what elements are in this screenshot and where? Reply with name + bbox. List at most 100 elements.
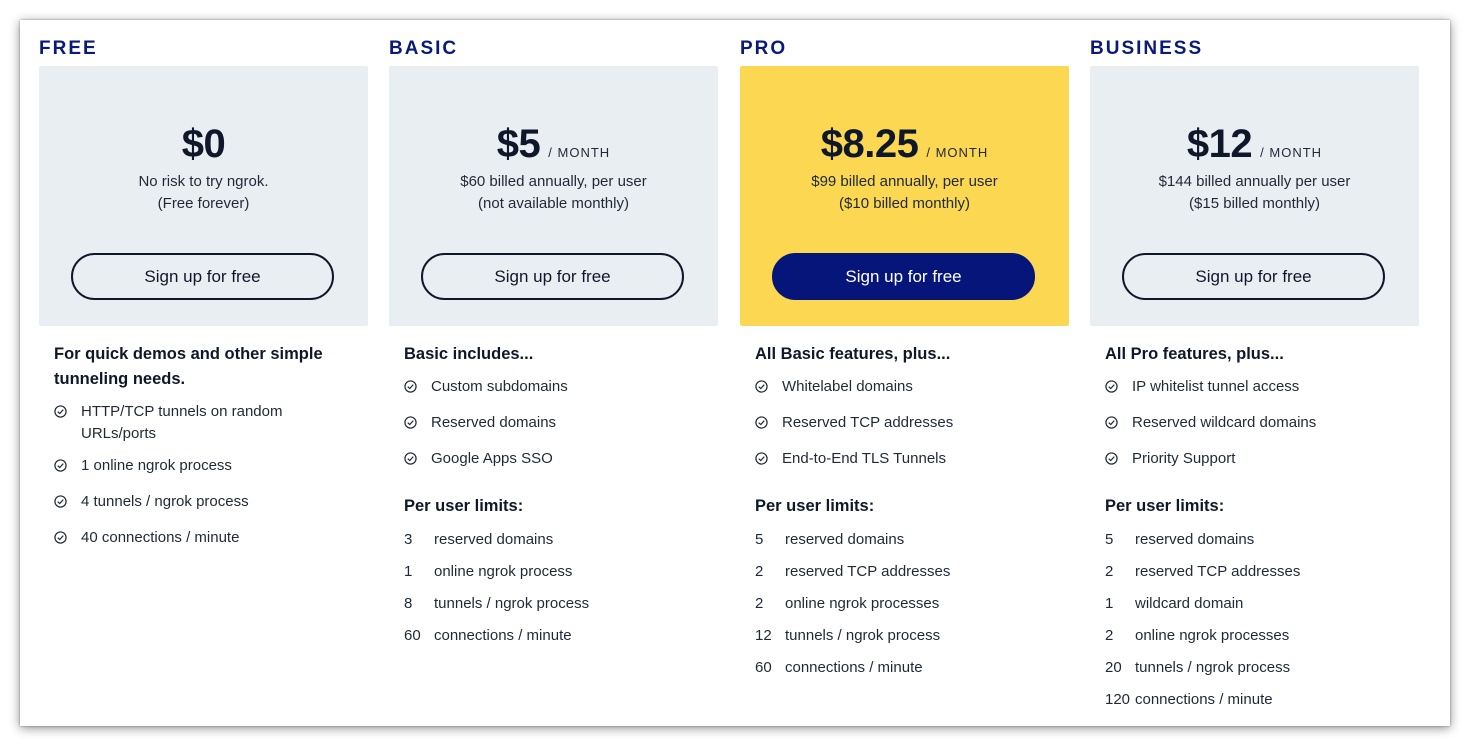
check-circle-icon bbox=[404, 452, 417, 465]
limit-value: 20 bbox=[1105, 659, 1122, 676]
price-row: $8.25 / MONTH bbox=[740, 122, 1069, 167]
limit-item: 3 reserved domains bbox=[404, 529, 553, 551]
feature-label: 1 online ngrok process bbox=[81, 457, 232, 474]
feature-item: IP whitelist tunnel access bbox=[1105, 376, 1299, 398]
limit-item: 12 tunnels / ngrok process bbox=[755, 625, 940, 647]
limit-item: 2 reserved TCP addresses bbox=[755, 561, 950, 583]
plan-basic: BASIC $5 / MONTH $60 billed annually, per… bbox=[389, 20, 718, 726]
plan-free: FREE $0 No risk to try ngrok. (Free fore… bbox=[39, 20, 368, 726]
price-note-secondary: ($15 billed monthly) bbox=[1189, 195, 1320, 212]
check-circle-icon bbox=[54, 405, 67, 418]
limit-label: tunnels / ngrok process bbox=[1135, 659, 1291, 676]
plan-name: BASIC bbox=[389, 38, 459, 59]
feature-label: 40 connections / minute bbox=[81, 529, 240, 546]
check-circle-icon bbox=[54, 495, 67, 508]
price-note: $144 billed annually per user bbox=[1158, 173, 1351, 190]
check-circle-icon bbox=[1105, 380, 1118, 393]
limit-item: 5 reserved domains bbox=[755, 529, 904, 551]
feature-item: 40 connections / minute bbox=[54, 527, 239, 549]
price-row: $5 / MONTH bbox=[389, 122, 718, 167]
feature-item: 1 online ngrok process bbox=[54, 455, 232, 477]
limit-value: 60 bbox=[404, 627, 421, 644]
plan-name: PRO bbox=[740, 38, 788, 59]
limit-item: 1 online ngrok process bbox=[404, 561, 572, 583]
limit-item: 60 connections / minute bbox=[404, 625, 572, 647]
feature-item: End-to-End TLS Tunnels bbox=[755, 448, 946, 470]
plan-heading: All Pro features, plus... bbox=[1105, 345, 1284, 363]
plan-card: $12 / MONTH $144 billed annually per user… bbox=[1090, 66, 1419, 326]
feature-label: Reserved TCP addresses bbox=[782, 414, 954, 431]
limit-label: connections / minute bbox=[1135, 691, 1273, 708]
plan-heading: Basic includes... bbox=[404, 345, 534, 363]
sign-up-button[interactable]: Sign up for free bbox=[772, 253, 1035, 300]
limits-heading: Per user limits: bbox=[1105, 497, 1225, 515]
plan-heading: All Basic features, plus... bbox=[755, 345, 951, 363]
check-circle-icon bbox=[755, 452, 768, 465]
pricing-panel: FREE $0 No risk to try ngrok. (Free fore… bbox=[20, 20, 1450, 726]
limit-value: 60 bbox=[755, 659, 772, 676]
feature-item: Reserved wildcard domains bbox=[1105, 412, 1316, 434]
limit-label: reserved domains bbox=[785, 531, 905, 548]
limit-value: 8 bbox=[404, 595, 413, 612]
price-note-secondary: (not available monthly) bbox=[478, 195, 629, 212]
check-circle-icon bbox=[755, 380, 768, 393]
limit-label: tunnels / ngrok process bbox=[434, 595, 590, 612]
plan-heading-continued: tunneling needs. bbox=[54, 370, 186, 388]
limit-value: 12 bbox=[755, 627, 772, 644]
check-circle-icon bbox=[755, 416, 768, 429]
price-period: / MONTH bbox=[1260, 145, 1323, 160]
limit-item: 5 reserved domains bbox=[1105, 529, 1254, 551]
feature-label: Custom subdomains bbox=[431, 378, 568, 395]
plan-business: BUSINESS $12 / MONTH $144 billed annually… bbox=[1090, 20, 1419, 726]
price-note: No risk to try ngrok. bbox=[138, 173, 269, 190]
limits-heading: Per user limits: bbox=[404, 497, 524, 515]
limit-value: 2 bbox=[755, 595, 764, 612]
limits-heading: Per user limits: bbox=[755, 497, 875, 515]
sign-up-button[interactable]: Sign up for free bbox=[421, 253, 684, 300]
price: $0 bbox=[181, 122, 226, 166]
feature-item: 4 tunnels / ngrok process bbox=[54, 491, 249, 513]
limit-item: 20 tunnels / ngrok process bbox=[1105, 657, 1290, 679]
feature-label: End-to-End TLS Tunnels bbox=[782, 450, 946, 467]
sign-up-button[interactable]: Sign up for free bbox=[1122, 253, 1385, 300]
plan-card: $0 No risk to try ngrok. (Free forever) … bbox=[39, 66, 368, 326]
feature-label: Reserved wildcard domains bbox=[1132, 414, 1317, 431]
limit-value: 3 bbox=[404, 531, 413, 548]
limit-item: 2 reserved TCP addresses bbox=[1105, 561, 1300, 583]
price-row: $0 bbox=[39, 122, 368, 167]
limit-label: online ngrok processes bbox=[1135, 627, 1290, 644]
feature-label: Priority Support bbox=[1132, 450, 1236, 467]
check-circle-icon bbox=[404, 380, 417, 393]
plan-pro: PRO $8.25 / MONTH $99 billed annually, pe… bbox=[740, 20, 1069, 726]
feature-label: Reserved domains bbox=[431, 414, 557, 431]
limit-label: connections / minute bbox=[434, 627, 572, 644]
limit-label: wildcard domain bbox=[1135, 595, 1244, 612]
plan-card: $5/ MONTH $60 billed annually, per user … bbox=[389, 66, 718, 326]
limit-label: online ngrok processes bbox=[785, 595, 940, 612]
feature-item: HTTP/TCP tunnels on random URLs/ports bbox=[54, 401, 282, 445]
check-circle-icon bbox=[1105, 452, 1118, 465]
price-note-secondary: (Free forever) bbox=[157, 195, 250, 212]
limit-value: 2 bbox=[1105, 563, 1114, 580]
price-note: $99 billed annually, per user bbox=[811, 173, 998, 190]
feature-label: Whitelabel domains bbox=[782, 378, 913, 395]
limit-label: reserved domains bbox=[434, 531, 554, 548]
limit-value: 5 bbox=[1105, 531, 1114, 548]
limit-value: 1 bbox=[404, 563, 413, 580]
feature-item: Whitelabel domains bbox=[755, 376, 913, 398]
check-circle-icon bbox=[54, 531, 67, 544]
limit-label: online ngrok process bbox=[434, 563, 573, 580]
limit-item: 60 connections / minute bbox=[755, 657, 923, 679]
feature-label: IP whitelist tunnel access bbox=[1132, 378, 1300, 395]
limit-item: 8 tunnels / ngrok process bbox=[404, 593, 589, 615]
limit-item: 2 online ngrok processes bbox=[1105, 625, 1289, 647]
price-period: / MONTH bbox=[548, 145, 611, 160]
limit-value: 2 bbox=[1105, 627, 1114, 644]
feature-item: Priority Support bbox=[1105, 448, 1235, 470]
price-row: $12 / MONTH bbox=[1090, 122, 1419, 167]
price-note-secondary: ($10 billed monthly) bbox=[839, 195, 970, 212]
limit-label: connections / minute bbox=[785, 659, 923, 676]
feature-item: Reserved TCP addresses bbox=[755, 412, 953, 434]
sign-up-button[interactable]: Sign up for free bbox=[71, 253, 334, 300]
price-period: / MONTH bbox=[926, 145, 989, 160]
